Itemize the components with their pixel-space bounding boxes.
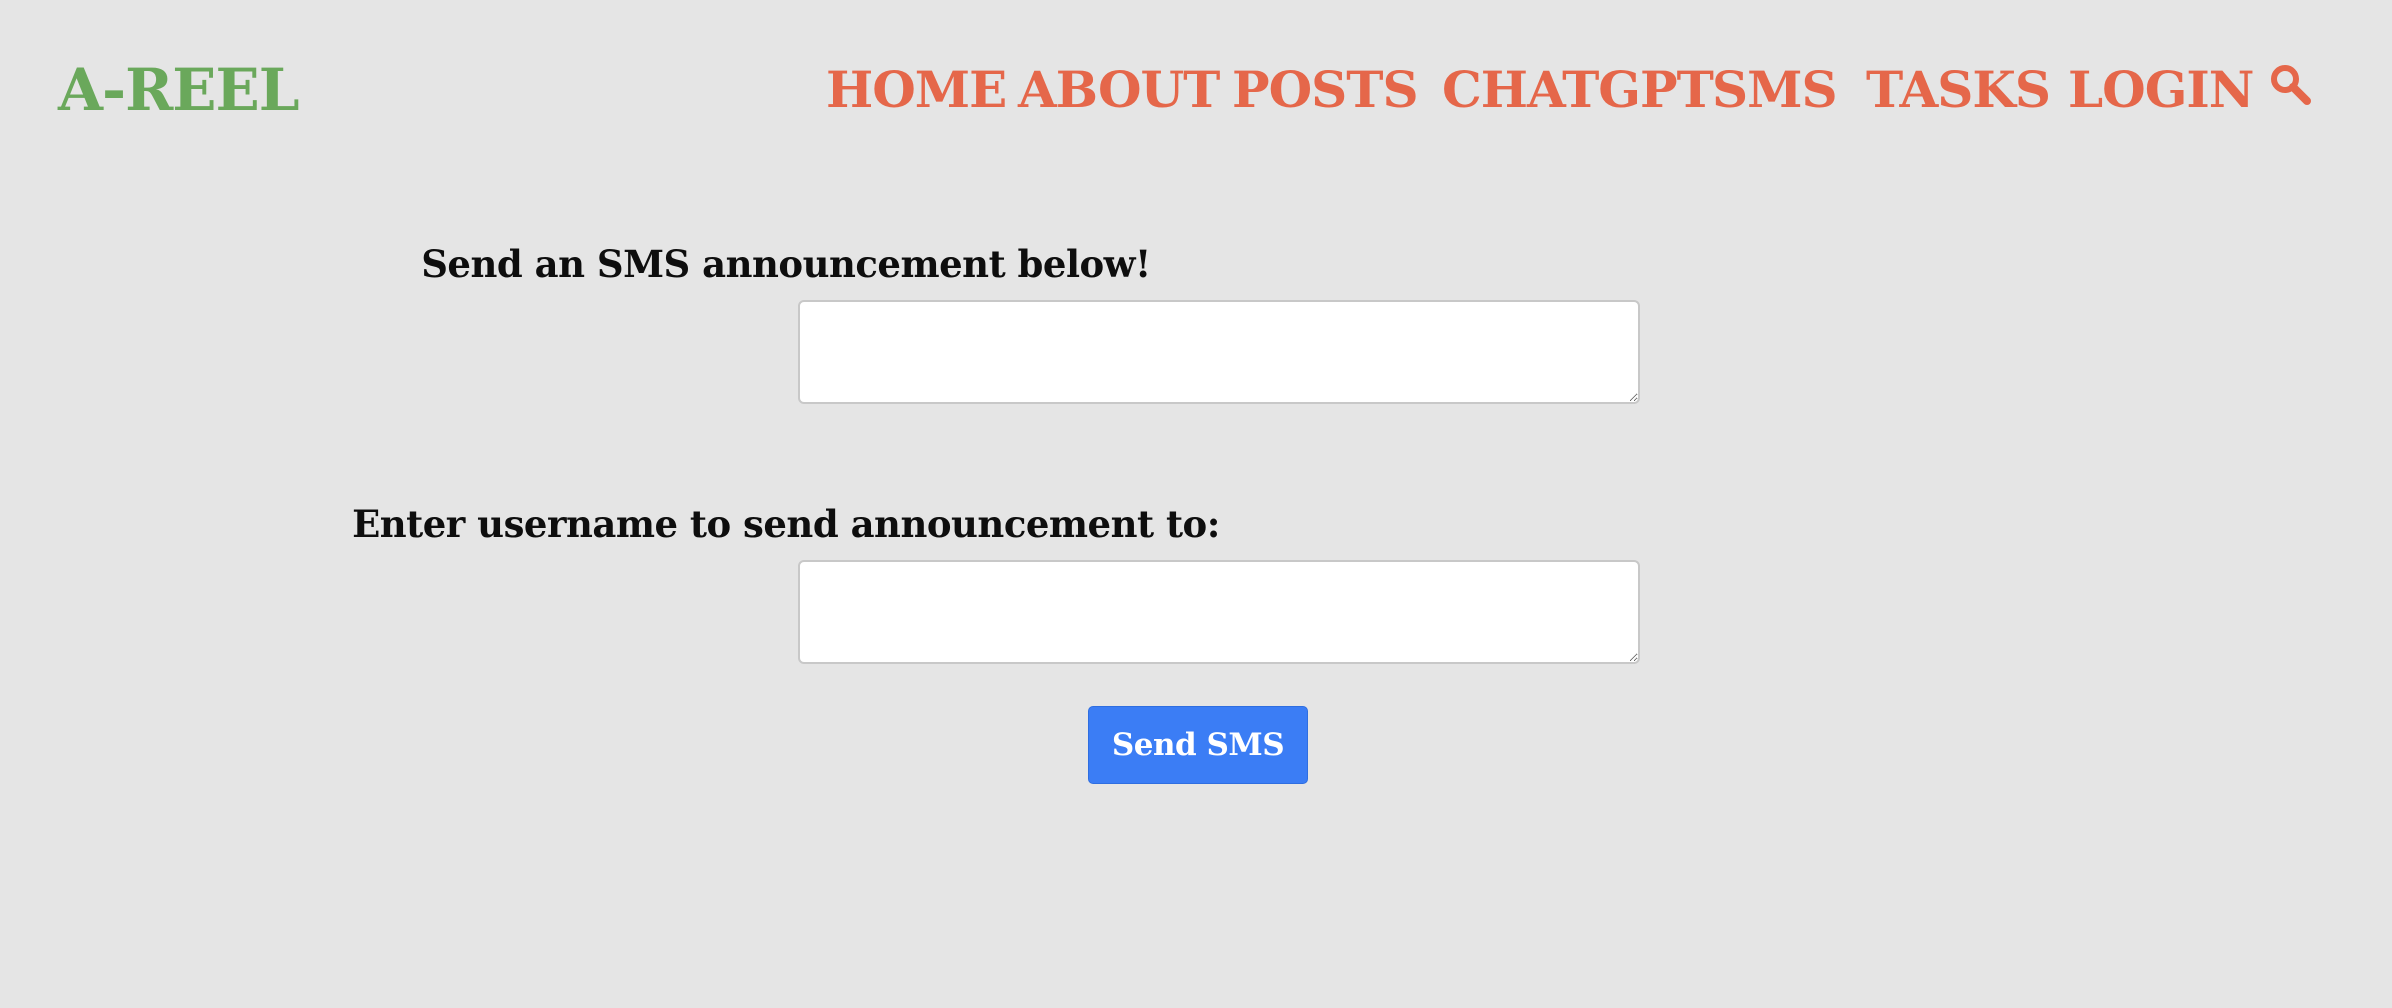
send-sms-button[interactable]: Send SMS [1088, 706, 1308, 784]
nav-item-login[interactable]: LOGIN [2068, 60, 2255, 119]
nav-item-home[interactable]: HOME [826, 60, 1007, 119]
nav-item-sms[interactable]: SMS [1712, 60, 1838, 119]
site-header: A-REEL HOME ABOUT POSTS CHATGPT SMS TASK… [0, 0, 2392, 180]
search-icon[interactable] [2268, 62, 2312, 106]
message-label: Send an SMS announcement below! [421, 242, 1151, 286]
nav-item-about[interactable]: ABOUT [1018, 60, 1220, 119]
nav-item-chatgpt[interactable]: CHATGPT [1442, 60, 1714, 119]
nav-item-tasks[interactable]: TASKS [1866, 60, 2051, 119]
username-label: Enter username to send announcement to: [352, 502, 1220, 546]
nav-item-posts[interactable]: POSTS [1232, 60, 1419, 119]
message-textarea[interactable] [798, 300, 1640, 404]
site-logo[interactable]: A-REEL [58, 56, 299, 124]
username-textarea[interactable] [798, 560, 1640, 664]
